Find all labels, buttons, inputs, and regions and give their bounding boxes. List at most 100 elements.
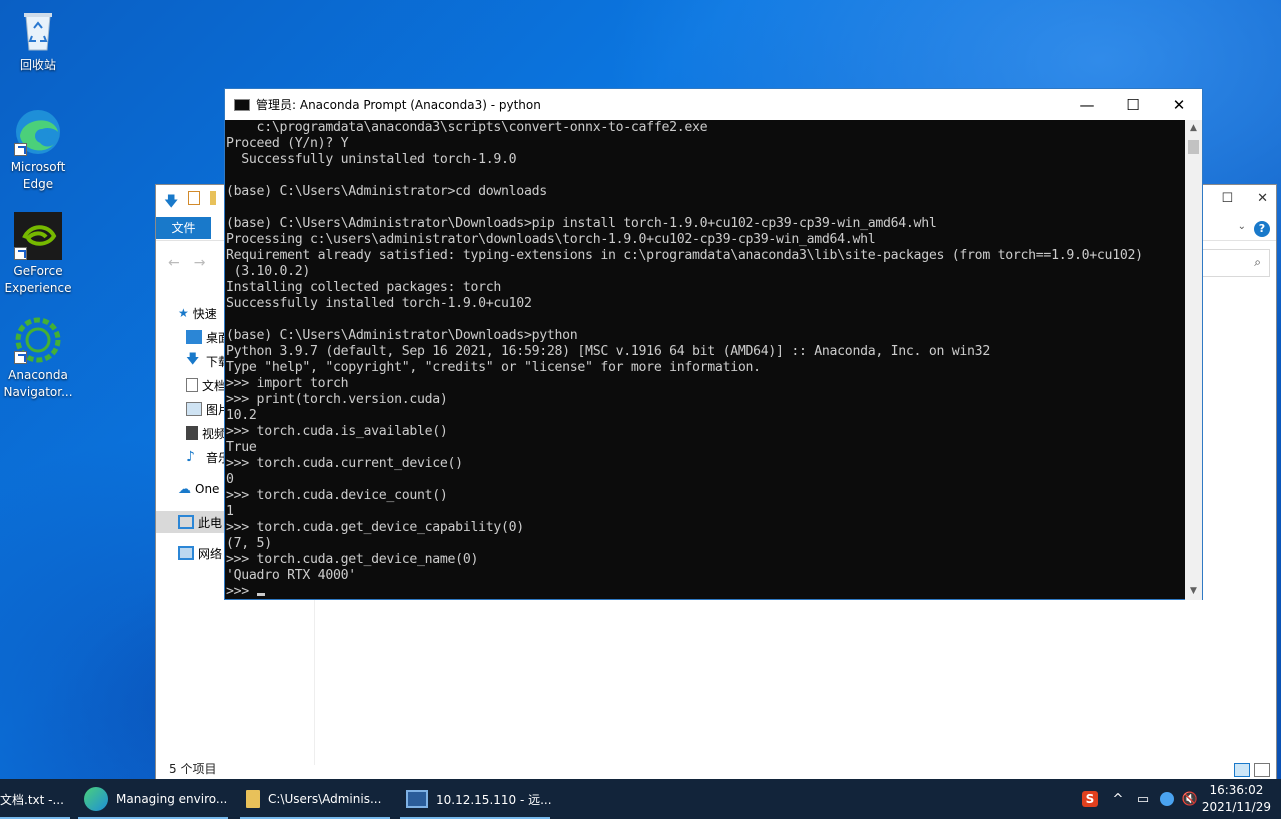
terminal-line: >>> torch.cuda.get_device_name(0) xyxy=(226,552,479,567)
ribbon-expand-icon[interactable]: ⌄ xyxy=(1238,221,1246,232)
tab-file[interactable]: 文件 xyxy=(156,217,211,239)
taskbar-item-label: Managing enviro... xyxy=(116,792,228,806)
terminal-line: Python 3.9.7 (default, Sep 16 2021, 16:5… xyxy=(226,344,990,359)
download-icon: 🡇 xyxy=(186,352,200,367)
document-icon xyxy=(186,378,198,392)
minimize-button[interactable]: — xyxy=(1064,89,1110,120)
status-item-count: 5 个项目 xyxy=(169,762,217,776)
volume-muted-icon[interactable]: 🔇 xyxy=(1180,779,1200,819)
nav-this-pc[interactable]: 此电 xyxy=(178,512,222,532)
nav-onedrive[interactable]: ☁ One xyxy=(178,479,219,499)
terminal-line: >>> import torch xyxy=(226,376,349,391)
desktop-icon-label: Anaconda Navigator... xyxy=(3,368,73,399)
help-icon[interactable]: ? xyxy=(1254,221,1270,237)
view-toggle xyxy=(1234,763,1270,777)
window-titlebar[interactable]: 管理员: Anaconda Prompt (Anaconda3) - pytho… xyxy=(225,89,1202,120)
terminal-line: >>> torch.cuda.device_count() xyxy=(226,488,448,503)
terminal-line: c:\programdata\anaconda3\scripts\convert… xyxy=(226,120,708,135)
terminal-line: 'Quadro RTX 4000' xyxy=(226,568,356,583)
terminal-line: Requirement already satisfied: typing-ex… xyxy=(226,248,1143,263)
terminal-line: >>> print(torch.version.cuda) xyxy=(226,392,448,407)
chevron-up-icon[interactable]: ^ xyxy=(1108,779,1128,819)
terminal-line: >>> torch.cuda.current_device() xyxy=(226,456,463,471)
window-controls: ☐ ✕ xyxy=(1221,191,1268,206)
details-view-icon[interactable] xyxy=(1234,763,1250,777)
properties-icon[interactable] xyxy=(188,191,201,205)
terminal-line: Processing c:\users\administrator\downlo… xyxy=(226,232,876,247)
vertical-scrollbar[interactable]: ▲ ▼ xyxy=(1185,120,1202,600)
taskbar-item-explorer[interactable]: C:\Users\Adminis... xyxy=(240,779,392,819)
close-button[interactable]: ✕ xyxy=(1156,89,1202,120)
geforce-desktop-icon[interactable]: GeForce Experience xyxy=(0,212,76,297)
clock-date: 2021/11/29 xyxy=(1201,800,1271,814)
music-note-icon: ♪ xyxy=(186,449,195,465)
terminal-prompt-line[interactable]: >>> xyxy=(226,584,1186,600)
anaconda-desktop-icon[interactable]: Anaconda Navigator... xyxy=(0,316,76,401)
taskbar: 文档.txt -... Managing enviro... C:\Users\… xyxy=(0,779,1281,819)
terminal-output[interactable]: c:\programdata\anaconda3\scripts\convert… xyxy=(226,120,1186,600)
nav-label: 网络 xyxy=(198,546,223,561)
network-icon xyxy=(178,546,194,560)
console-icon xyxy=(234,98,250,111)
clock-time: 16:36:02 xyxy=(1209,783,1264,797)
recycle-bin-desktop-icon[interactable]: 回收站 xyxy=(0,6,76,74)
taskbar-item-label: C:\Users\Adminis... xyxy=(268,792,382,806)
taskbar-item-remote-desktop[interactable]: 10.12.15.110 - 远... xyxy=(400,779,552,819)
taskbar-item-edge[interactable]: Managing enviro... xyxy=(78,779,230,819)
clock[interactable]: 16:36:02 2021/11/29 xyxy=(1202,782,1271,816)
taskbar-item-label: 10.12.15.110 - 远... xyxy=(436,792,552,807)
shortcut-arrow-icon xyxy=(14,247,27,260)
nav-label: One xyxy=(195,482,220,496)
forward-arrow-icon[interactable]: → xyxy=(194,255,206,271)
terminal-line: Successfully uninstalled torch-1.9.0 xyxy=(226,152,517,167)
desktop-icon-label: Microsoft Edge xyxy=(10,160,66,191)
nav-videos[interactable]: 视频 xyxy=(186,423,226,443)
terminal-line: >>> torch.cuda.is_available() xyxy=(226,424,448,439)
sogou-input-icon[interactable]: S xyxy=(1080,779,1100,819)
desktop-folder-icon xyxy=(186,330,202,344)
terminal-line: Successfully installed torch-1.9.0+cu102 xyxy=(226,296,532,311)
remote-desktop-icon xyxy=(406,790,428,808)
cloud-icon: ☁ xyxy=(178,481,191,497)
nav-label: 快速 xyxy=(192,306,217,321)
scroll-down-icon[interactable]: ▼ xyxy=(1185,583,1202,600)
desktop-icon-label: 回收站 xyxy=(19,58,56,72)
text-cursor xyxy=(256,593,265,596)
back-forward-buttons: ← → xyxy=(168,255,205,271)
taskbar-item-notepad[interactable]: 文档.txt -... xyxy=(0,779,72,819)
terminal-line: (7, 5) xyxy=(226,536,272,551)
taskbar-item-label: 文档.txt -... xyxy=(0,792,64,807)
star-icon: ★ xyxy=(178,306,189,320)
maximize-button[interactable]: ☐ xyxy=(1110,89,1156,120)
anaconda-prompt-window[interactable]: 管理员: Anaconda Prompt (Anaconda3) - pytho… xyxy=(224,88,1203,600)
close-icon[interactable]: ✕ xyxy=(1257,191,1268,206)
nvidia-icon xyxy=(14,212,62,260)
nav-documents[interactable]: 文档 xyxy=(186,375,226,395)
back-arrow-icon[interactable]: ← xyxy=(168,255,180,271)
terminal-line: (base) C:\Users\Administrator\Downloads>… xyxy=(226,328,578,343)
large-icons-view-icon[interactable] xyxy=(1254,763,1270,777)
recycle-bin-icon xyxy=(14,6,62,54)
edge-desktop-icon[interactable]: Microsoft Edge xyxy=(0,108,76,193)
network-tray-icon[interactable]: ▭ xyxy=(1133,779,1153,819)
search-icon: ⌕ xyxy=(1254,255,1261,269)
shortcut-arrow-icon xyxy=(14,351,27,364)
terminal-line: 1 xyxy=(226,504,234,519)
scroll-thumb[interactable] xyxy=(1188,140,1199,154)
restore-icon[interactable]: ☐ xyxy=(1221,191,1233,206)
terminal-line: (base) C:\Users\Administrator>cd downloa… xyxy=(226,184,547,199)
terminal-line: 0 xyxy=(226,472,234,487)
nav-network[interactable]: 网络 xyxy=(178,543,222,563)
nav-label: 视频 xyxy=(202,426,227,441)
down-arrow-icon[interactable]: 🡇 xyxy=(164,191,178,215)
edge-icon xyxy=(84,787,108,811)
nav-quick-access[interactable]: ★ 快速 xyxy=(178,303,217,323)
shield-icon[interactable] xyxy=(1157,779,1177,819)
folder-icon[interactable] xyxy=(210,191,217,205)
quick-access-toolbar: 🡇 xyxy=(164,191,217,215)
scroll-up-icon[interactable]: ▲ xyxy=(1185,120,1202,137)
folder-icon xyxy=(246,790,260,808)
prompt-text: >>> xyxy=(226,584,257,599)
window-title: 管理员: Anaconda Prompt (Anaconda3) - pytho… xyxy=(256,98,541,112)
